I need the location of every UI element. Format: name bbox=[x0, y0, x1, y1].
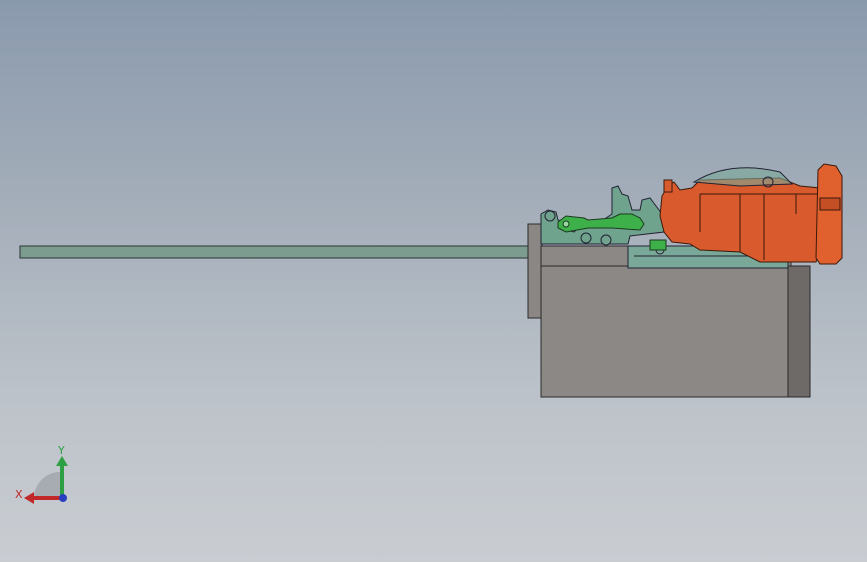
cad-viewport[interactable]: Y X bbox=[0, 0, 867, 562]
y-axis-label: Y bbox=[57, 444, 65, 457]
carriage-end-cap[interactable] bbox=[815, 163, 843, 265]
z-axis-dot bbox=[59, 494, 67, 502]
coordinate-triad: Y X bbox=[15, 444, 68, 504]
mechanism-bracket[interactable] bbox=[540, 185, 665, 245]
base-block[interactable] bbox=[540, 245, 792, 398]
top-cover[interactable] bbox=[692, 167, 794, 187]
y-axis-arrowhead bbox=[56, 456, 68, 466]
mounting-plate[interactable] bbox=[527, 223, 543, 319]
x-axis-label: X bbox=[15, 488, 23, 501]
base-block-side[interactable] bbox=[787, 265, 811, 398]
guide-rod[interactable] bbox=[19, 245, 533, 259]
carriage-tab[interactable] bbox=[663, 179, 673, 193]
x-axis-arrowhead bbox=[24, 492, 34, 504]
model-scene[interactable] bbox=[0, 0, 867, 562]
